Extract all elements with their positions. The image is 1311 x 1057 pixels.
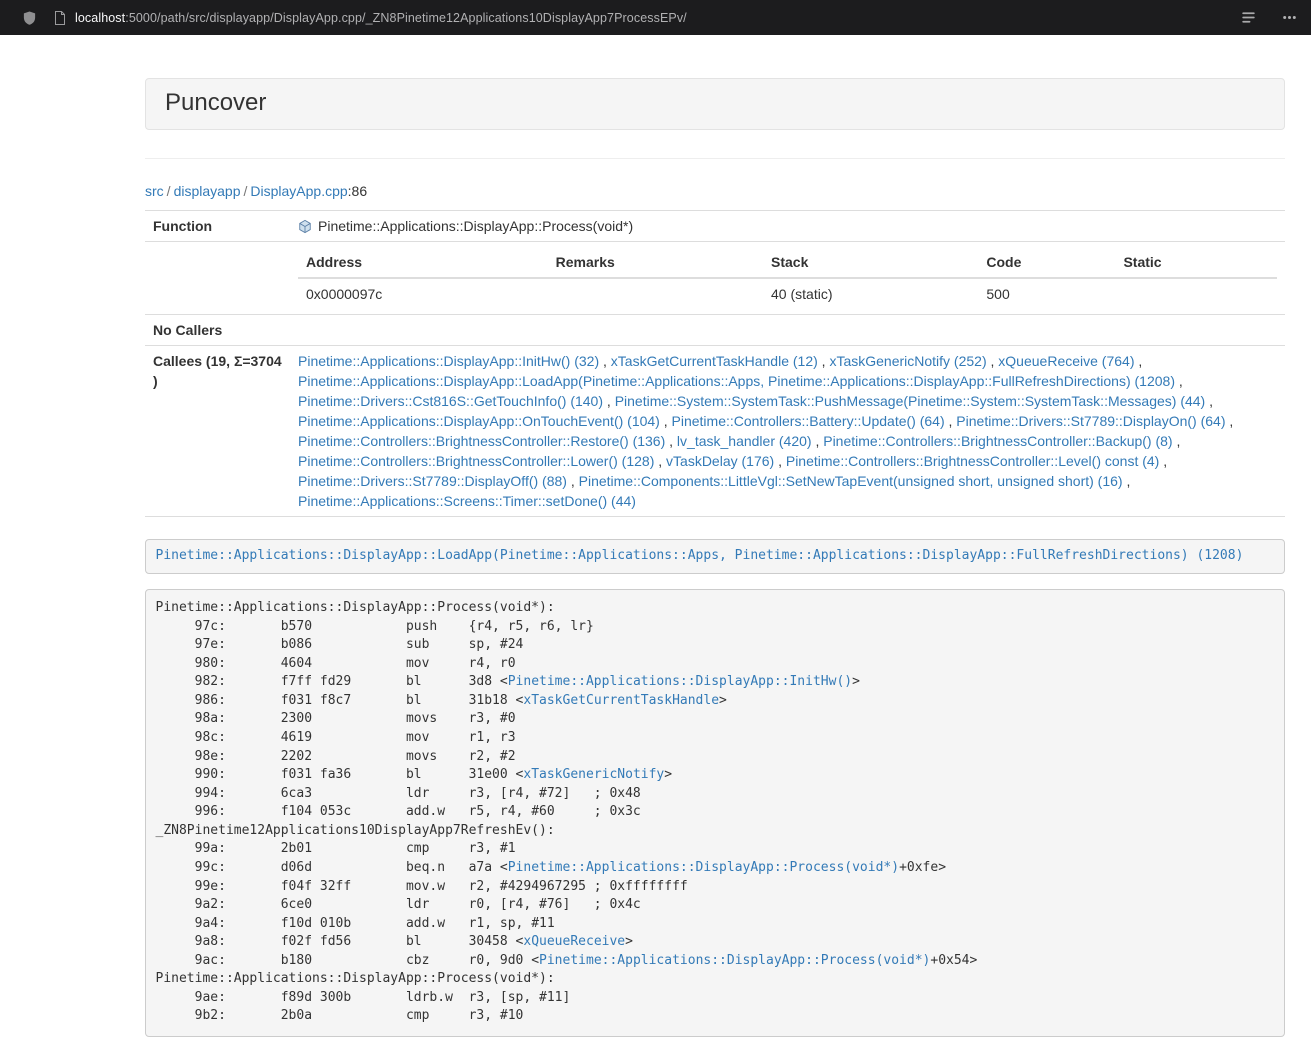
details-data-row: 0x0000097c 40 (static) 500 xyxy=(298,278,1277,309)
page-container: Puncover src/displayapp/DisplayApp.cpp:8… xyxy=(145,78,1285,1037)
col-header-address: Address xyxy=(298,247,548,278)
col-header-static: Static xyxy=(1115,247,1277,278)
app-header-panel: Puncover xyxy=(145,78,1285,130)
symbol-link[interactable]: xTaskGenericNotify xyxy=(523,767,664,782)
function-details-table: Address Remarks Stack Code Static 0x0000… xyxy=(298,247,1277,309)
kebab-menu-icon-svg xyxy=(1282,10,1297,25)
function-name: Pinetime::Applications::DisplayApp::Proc… xyxy=(318,218,633,234)
symbol-link[interactable]: Pinetime::Applications::DisplayApp::Proc… xyxy=(539,953,930,968)
selected-callee-box: Pinetime::Applications::DisplayApp::Load… xyxy=(145,539,1285,574)
url-host: localhost xyxy=(75,11,125,25)
callee-link[interactable]: xTaskGetCurrentTaskHandle (12) xyxy=(611,353,818,369)
reader-view-icon[interactable] xyxy=(1241,10,1256,25)
symbol-link[interactable]: Pinetime::Applications::DisplayApp::Init… xyxy=(508,674,852,689)
callee-link[interactable]: Pinetime::Applications::DisplayApp::Init… xyxy=(298,353,599,369)
col-header-stack: Stack xyxy=(763,247,978,278)
no-callers-cell xyxy=(290,315,1285,346)
shield-icon[interactable] xyxy=(22,10,37,26)
browser-toolbar: localhost:5000/path/src/displayapp/Displ… xyxy=(0,0,1311,35)
callee-link[interactable]: Pinetime::Drivers::Cst816S::GetTouchInfo… xyxy=(298,393,603,409)
callees-label: Callees (19, Σ=3704 ) xyxy=(145,346,290,517)
symbol-link[interactable]: xTaskGetCurrentTaskHandle xyxy=(523,693,719,708)
breadcrumb-link-src[interactable]: src xyxy=(145,183,164,199)
symbol-link[interactable]: xQueueReceive xyxy=(523,934,625,949)
function-icon xyxy=(298,219,312,234)
callee-link[interactable]: Pinetime::Controllers::BrightnessControl… xyxy=(823,433,1172,449)
table-row-function: Function Pinetime::Applications::Display… xyxy=(145,211,1285,242)
callee-link[interactable]: Pinetime::Drivers::St7789::DisplayOn() (… xyxy=(956,413,1225,429)
shield-icon-svg xyxy=(22,10,37,26)
function-table: Function Pinetime::Applications::Display… xyxy=(145,210,1285,517)
callee-link[interactable]: lv_task_handler (420) xyxy=(677,433,812,449)
callee-link[interactable]: Pinetime::Controllers::BrightnessControl… xyxy=(298,453,654,469)
table-row-details: Address Remarks Stack Code Static 0x0000… xyxy=(145,242,1285,315)
cell-stack: 40 (static) xyxy=(763,278,978,309)
table-row-callees: Callees (19, Σ=3704 ) Pinetime::Applicat… xyxy=(145,346,1285,517)
divider xyxy=(145,158,1285,159)
callee-link[interactable]: xQueueReceive (764) xyxy=(998,353,1134,369)
selected-callee-link[interactable]: Pinetime::Applications::DisplayApp::Load… xyxy=(156,548,1244,563)
callee-link[interactable]: Pinetime::Applications::Screens::Timer::… xyxy=(298,493,636,509)
details-header-row: Address Remarks Stack Code Static xyxy=(298,247,1277,278)
cell-static xyxy=(1115,278,1277,309)
function-label: Function xyxy=(145,211,290,242)
callee-link[interactable]: Pinetime::Applications::DisplayApp::OnTo… xyxy=(298,413,660,429)
disassembly-block: Pinetime::Applications::DisplayApp::Proc… xyxy=(145,589,1285,1037)
col-header-remarks: Remarks xyxy=(548,247,763,278)
function-icon-svg xyxy=(298,219,312,234)
table-row-no-callers: No Callers xyxy=(145,315,1285,346)
no-callers-label: No Callers xyxy=(145,315,290,346)
breadcrumb-separator: / xyxy=(244,183,248,199)
reader-view-icon-svg xyxy=(1241,10,1256,25)
callee-link[interactable]: Pinetime::Controllers::BrightnessControl… xyxy=(786,453,1159,469)
url-path: :5000/path/src/displayapp/DisplayApp.cpp… xyxy=(125,11,687,25)
cell-code: 500 xyxy=(978,278,1115,309)
col-header-code: Code xyxy=(978,247,1115,278)
callee-link[interactable]: Pinetime::Controllers::BrightnessControl… xyxy=(298,433,665,449)
callee-link[interactable]: Pinetime::Applications::DisplayApp::Load… xyxy=(298,373,1175,389)
callee-link[interactable]: Pinetime::Controllers::Battery::Update()… xyxy=(672,413,945,429)
function-name-cell: Pinetime::Applications::DisplayApp::Proc… xyxy=(290,211,1285,242)
disassembly-code: Pinetime::Applications::DisplayApp::Proc… xyxy=(156,600,978,1023)
callee-link[interactable]: Pinetime::Components::LittleVgl::SetNewT… xyxy=(579,473,1123,489)
url-bar[interactable]: localhost:5000/path/src/displayapp/Displ… xyxy=(75,11,687,25)
callees-list: Pinetime::Applications::DisplayApp::Init… xyxy=(290,346,1285,517)
details-label-empty xyxy=(145,242,290,315)
breadcrumb: src/displayapp/DisplayApp.cpp:86 xyxy=(145,181,1285,201)
breadcrumb-line-number: :86 xyxy=(348,183,367,199)
callee-link[interactable]: Pinetime::System::SystemTask::PushMessag… xyxy=(615,393,1206,409)
kebab-menu-icon[interactable] xyxy=(1282,10,1297,25)
symbol-link[interactable]: Pinetime::Applications::DisplayApp::Proc… xyxy=(508,860,899,875)
callee-link[interactable]: Pinetime::Drivers::St7789::DisplayOff() … xyxy=(298,473,567,489)
page-icon[interactable] xyxy=(54,11,66,25)
breadcrumb-link-file[interactable]: DisplayApp.cpp xyxy=(250,183,347,199)
app-title: Puncover xyxy=(165,90,1265,116)
breadcrumb-link-displayapp[interactable]: displayapp xyxy=(174,183,241,199)
page-icon-svg xyxy=(54,11,66,25)
callee-link[interactable]: xTaskGenericNotify (252) xyxy=(829,353,986,369)
cell-address: 0x0000097c xyxy=(298,278,548,309)
details-cell: Address Remarks Stack Code Static 0x0000… xyxy=(290,242,1285,315)
breadcrumb-separator: / xyxy=(167,183,171,199)
cell-remarks xyxy=(548,278,763,309)
callee-link[interactable]: vTaskDelay (176) xyxy=(666,453,774,469)
